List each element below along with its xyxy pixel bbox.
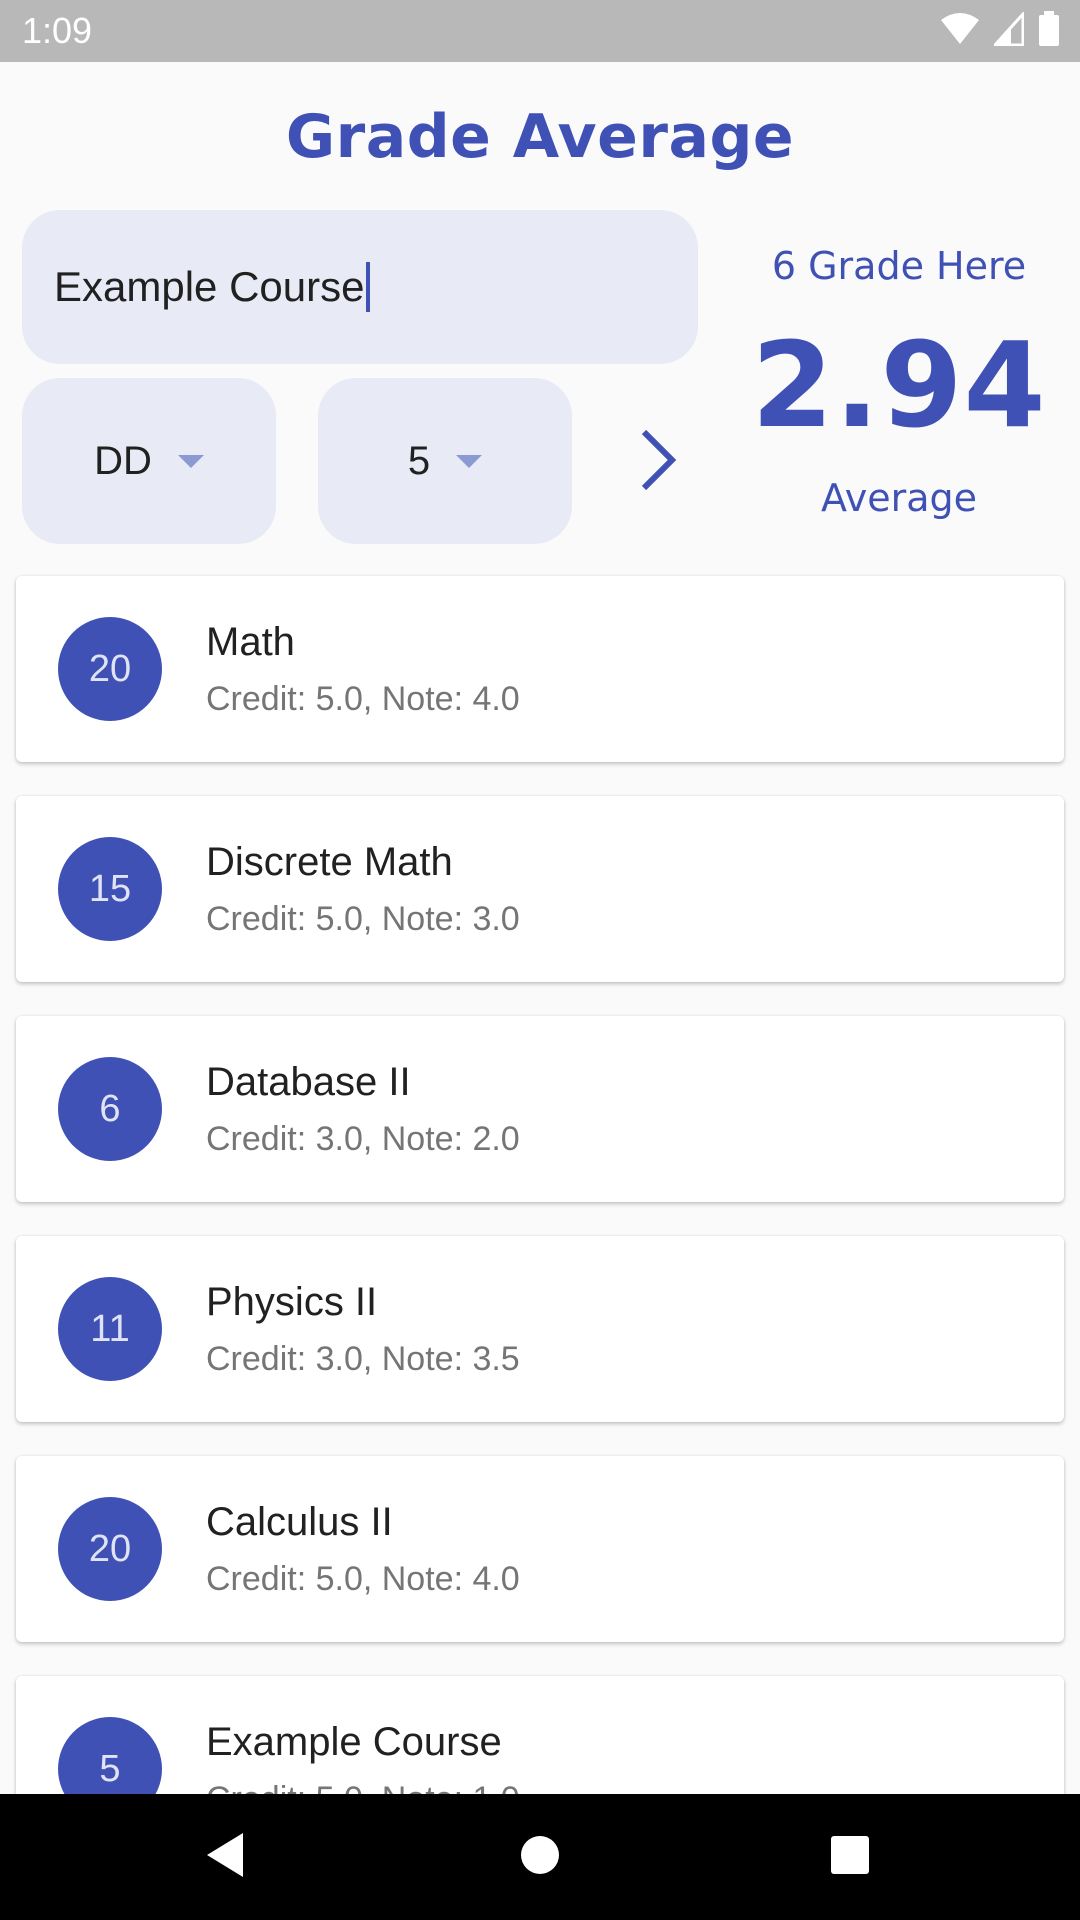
course-name: Discrete Math [206,840,453,884]
letter-grade-value: DD [94,438,152,483]
course-name: Calculus II [206,1500,393,1544]
average-value: 2.94 [751,316,1047,454]
home-button[interactable] [505,1822,575,1892]
course-score-avatar: 15 [58,837,162,941]
home-icon [519,1834,561,1881]
course-detail: Credit: 5.0, Note: 4.0 [206,680,520,718]
course-name: Database II [206,1060,411,1104]
course-score-avatar: 20 [58,1497,162,1601]
course-score-avatar: 11 [58,1277,162,1381]
back-icon [203,1831,247,1884]
course-name: Example Course [206,1720,502,1764]
average-label: Average [820,476,978,520]
course-name: Math [206,620,295,664]
back-button[interactable] [190,1822,260,1892]
add-course-button[interactable] [620,414,696,510]
status-time: 1:09 [22,10,93,51]
course-list-item[interactable]: 11 Physics II Credit: 3.0, Note: 3.5 [16,1236,1064,1422]
course-list-item[interactable]: 20 Calculus II Credit: 5.0, Note: 4.0 [16,1456,1064,1642]
recents-icon [829,1834,871,1881]
signal-icon [991,9,1025,51]
grade-count-label: 6 Grade Here [771,244,1027,288]
status-icons [940,9,1060,52]
wifi-icon [940,12,980,51]
course-score-avatar: 20 [58,617,162,721]
letter-grade-dropdown[interactable]: DD [22,378,276,544]
course-detail: Credit: 5.0, Note: 4.0 [206,1560,520,1598]
credit-dropdown[interactable]: 5 [318,378,572,544]
battery-icon [1038,10,1060,52]
course-name-input[interactable]: Example Course [22,210,698,364]
course-score-avatar: 5 [58,1717,162,1794]
chevron-right-icon [636,428,680,497]
recents-button[interactable] [815,1822,885,1892]
navigation-bar [0,1794,1080,1920]
course-detail: Credit: 3.0, Note: 2.0 [206,1120,520,1158]
status-bar: 1:09 [0,0,1080,62]
course-list-item[interactable]: 20 Math Credit: 5.0, Note: 4.0 [16,576,1064,762]
course-detail: Credit: 5.0, Note: 1.0 [206,1780,520,1794]
course-list-item[interactable]: 6 Database II Credit: 3.0, Note: 2.0 [16,1016,1064,1202]
page-title: Grade Average [285,102,795,172]
course-list: 20 Math Credit: 5.0, Note: 4.0 15 Discrete M… [16,576,1064,1794]
text-cursor [366,262,371,312]
course-name: Physics II [206,1280,378,1324]
app-body: Grade Average Example Course DD 5 6 Grad… [0,62,1080,1794]
course-score-avatar: 6 [58,1057,162,1161]
course-detail: Credit: 3.0, Note: 3.5 [206,1340,520,1378]
course-name-input-value: Example Course [54,263,365,310]
dropdown-arrow-icon [456,454,483,468]
course-detail: Credit: 5.0, Note: 3.0 [206,900,520,938]
course-list-item[interactable]: 5 Example Course Credit: 5.0, Note: 1.0 [16,1676,1064,1794]
dropdown-arrow-icon [177,454,204,468]
credit-value: 5 [407,438,431,483]
course-list-item[interactable]: 15 Discrete Math Credit: 5.0, Note: 3.0 [16,796,1064,982]
